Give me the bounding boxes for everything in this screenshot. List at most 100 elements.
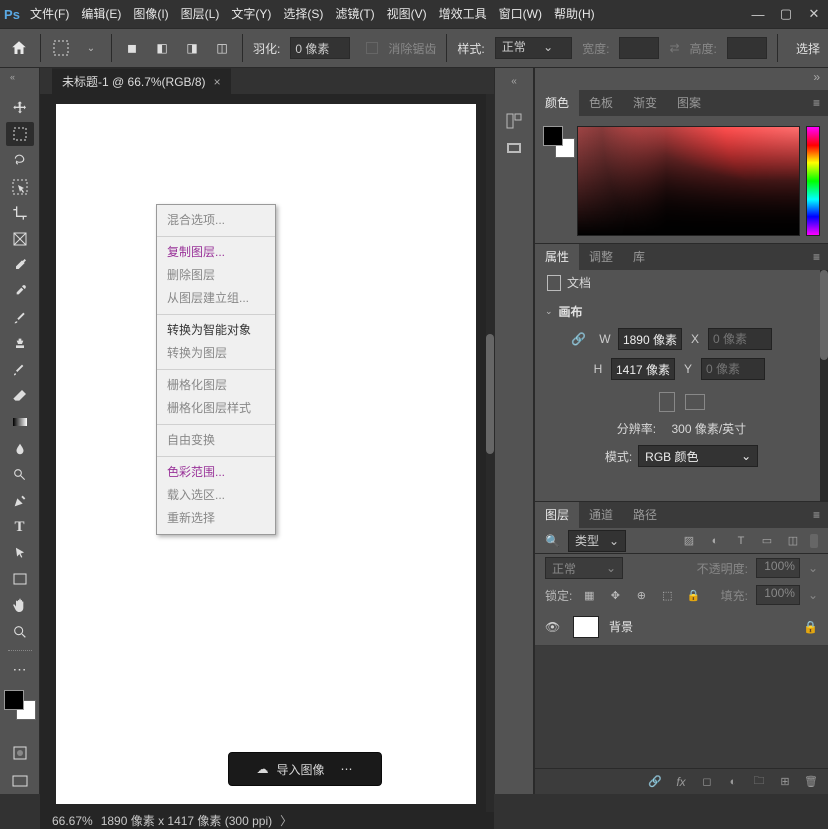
tab-channels[interactable]: 通道 bbox=[579, 502, 623, 528]
mode-select[interactable]: RGB 颜色⌄ bbox=[638, 445, 758, 467]
menu-edit[interactable]: 编辑(E) bbox=[75, 3, 127, 25]
zoom-tool-icon[interactable] bbox=[6, 620, 34, 644]
select-and-mask-button[interactable]: 选择 bbox=[796, 40, 820, 57]
layer-row[interactable]: 👁 背景 🔒 bbox=[535, 608, 828, 646]
minimize-icon[interactable]: — bbox=[744, 3, 772, 25]
y-value[interactable] bbox=[701, 358, 765, 380]
layer-name[interactable]: 背景 bbox=[609, 618, 793, 635]
close-icon[interactable]: ✕ bbox=[800, 3, 828, 25]
vertical-scrollbar[interactable] bbox=[486, 94, 494, 812]
maximize-icon[interactable]: ▢ bbox=[772, 3, 800, 25]
style-select[interactable]: 正常 ⌄ bbox=[495, 37, 572, 59]
filter-adjust-icon[interactable]: ◐ bbox=[706, 532, 724, 550]
ctx-duplicate-layer[interactable]: 复制图层... bbox=[157, 241, 275, 264]
ctx-reselect[interactable]: 重新选择 bbox=[157, 507, 275, 530]
filter-pixel-icon[interactable]: ▨ bbox=[680, 532, 698, 550]
type-tool-icon[interactable]: T bbox=[6, 515, 34, 539]
new-selection-icon[interactable]: ◼ bbox=[122, 38, 142, 58]
lock-position-icon[interactable]: ✥ bbox=[606, 586, 624, 604]
tool-preset-chevron[interactable]: ⌄ bbox=[81, 38, 101, 58]
marquee-tool-icon[interactable] bbox=[6, 122, 34, 146]
eyedropper-tool-icon[interactable] bbox=[6, 253, 34, 277]
brush-tool-icon[interactable] bbox=[6, 306, 34, 330]
ctx-group-from-layers[interactable]: 从图层建立组... bbox=[157, 287, 275, 310]
clone-stamp-icon[interactable] bbox=[6, 332, 34, 356]
link-layers-icon[interactable]: 🔗 bbox=[646, 773, 664, 791]
menu-filter[interactable]: 滤镜(T) bbox=[329, 3, 380, 25]
x-value[interactable] bbox=[708, 328, 772, 350]
import-image-bar[interactable]: ☁ 导入图像 ⋯ bbox=[228, 752, 382, 786]
edit-toolbar-icon[interactable]: ⋯ bbox=[6, 658, 34, 682]
panel-menu-icon[interactable]: ≡ bbox=[805, 96, 828, 110]
menu-select[interactable]: 选择(S) bbox=[277, 3, 329, 25]
height-value[interactable] bbox=[611, 358, 675, 380]
menu-plugins[interactable]: 增效工具 bbox=[433, 3, 493, 25]
subtract-selection-icon[interactable]: ◨ bbox=[182, 38, 202, 58]
ctx-blend-options[interactable]: 混合选项... bbox=[157, 209, 275, 232]
menu-help[interactable]: 帮助(H) bbox=[548, 3, 601, 25]
menu-image[interactable]: 图像(I) bbox=[127, 3, 174, 25]
history-brush-icon[interactable] bbox=[6, 358, 34, 382]
strip-collapse-icon[interactable]: « bbox=[511, 76, 517, 87]
link-wh-icon[interactable]: 🔗 bbox=[571, 332, 586, 346]
lock-all-icon[interactable]: 🔒 bbox=[684, 586, 702, 604]
feather-input[interactable] bbox=[290, 37, 350, 59]
ctx-load-selection[interactable]: 载入选区... bbox=[157, 484, 275, 507]
healing-brush-icon[interactable] bbox=[6, 279, 34, 303]
pen-tool-icon[interactable] bbox=[6, 489, 34, 513]
ctx-color-range[interactable]: 色彩范围... bbox=[157, 461, 275, 484]
screen-mode-icon[interactable] bbox=[6, 768, 34, 794]
quick-mask-icon[interactable] bbox=[6, 740, 34, 766]
lock-pixels-icon[interactable]: ▦ bbox=[580, 586, 598, 604]
ctx-rasterize-style[interactable]: 栅格化图层样式 bbox=[157, 397, 275, 420]
filter-shape-icon[interactable]: ▭ bbox=[758, 532, 776, 550]
move-tool-icon[interactable] bbox=[6, 96, 34, 120]
foreground-color[interactable] bbox=[4, 690, 24, 710]
panel-menu-icon[interactable]: ≡ bbox=[805, 250, 828, 264]
menu-file[interactable]: 文件(F) bbox=[24, 3, 75, 25]
blur-tool-icon[interactable] bbox=[6, 436, 34, 460]
dodge-tool-icon[interactable] bbox=[6, 463, 34, 487]
new-adjustment-icon[interactable]: ◐ bbox=[724, 773, 742, 791]
landscape-icon[interactable] bbox=[685, 394, 705, 410]
ctx-free-transform[interactable]: 自由变换 bbox=[157, 429, 275, 452]
menu-type[interactable]: 文字(Y) bbox=[225, 3, 277, 25]
tab-layers[interactable]: 图层 bbox=[535, 502, 579, 528]
menu-layer[interactable]: 图层(L) bbox=[175, 3, 226, 25]
add-mask-icon[interactable]: ◻ bbox=[698, 773, 716, 791]
filter-search-icon[interactable]: 🔍 bbox=[545, 534, 560, 548]
object-select-tool-icon[interactable] bbox=[6, 175, 34, 199]
width-value[interactable] bbox=[618, 328, 682, 350]
marquee-icon[interactable] bbox=[51, 38, 71, 58]
crop-tool-icon[interactable] bbox=[6, 201, 34, 225]
intersect-selection-icon[interactable]: ◫ bbox=[212, 38, 232, 58]
tab-color[interactable]: 颜色 bbox=[535, 90, 579, 116]
filter-smart-icon[interactable]: ◫ bbox=[784, 532, 802, 550]
ctx-rasterize-layer[interactable]: 栅格化图层 bbox=[157, 374, 275, 397]
filter-toggle-icon[interactable] bbox=[810, 534, 818, 548]
color-field[interactable] bbox=[577, 126, 800, 236]
portrait-icon[interactable] bbox=[659, 392, 675, 412]
delete-layer-icon[interactable]: 🗑 bbox=[802, 773, 820, 791]
tab-swatches[interactable]: 色板 bbox=[579, 90, 623, 116]
frame-tool-icon[interactable] bbox=[6, 227, 34, 251]
lasso-tool-icon[interactable] bbox=[6, 148, 34, 172]
new-group-icon[interactable]: 🗀 bbox=[750, 773, 768, 791]
path-select-icon[interactable] bbox=[6, 541, 34, 565]
eraser-tool-icon[interactable] bbox=[6, 384, 34, 408]
more-icon[interactable]: ⋯ bbox=[341, 762, 354, 776]
ctx-delete-layer[interactable]: 删除图层 bbox=[157, 264, 275, 287]
visibility-icon[interactable]: 👁 bbox=[545, 620, 563, 634]
menu-view[interactable]: 视图(V) bbox=[381, 3, 433, 25]
rectangle-tool-icon[interactable] bbox=[6, 567, 34, 591]
ctx-convert-smart[interactable]: 转换为智能对象 bbox=[157, 319, 275, 342]
color-swatches[interactable] bbox=[4, 690, 36, 720]
menu-window[interactable]: 窗口(W) bbox=[493, 3, 548, 25]
panel-icon-2[interactable] bbox=[504, 139, 524, 159]
panel-menu-icon[interactable]: ≡ bbox=[805, 508, 828, 522]
tab-properties[interactable]: 属性 bbox=[535, 244, 579, 270]
panel-foreground-color[interactable] bbox=[543, 126, 563, 146]
add-selection-icon[interactable]: ◧ bbox=[152, 38, 172, 58]
filter-type-icon[interactable]: T bbox=[732, 532, 750, 550]
panel-icon-1[interactable] bbox=[504, 111, 524, 131]
